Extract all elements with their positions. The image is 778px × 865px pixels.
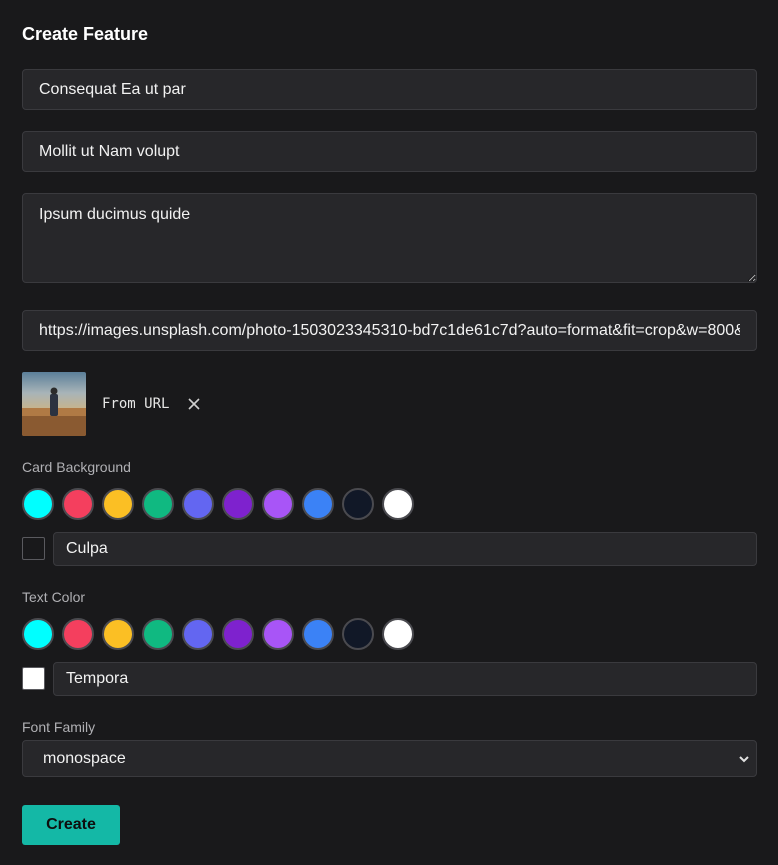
text-color-swatch-8[interactable] [302, 618, 334, 650]
card-background-swatch-10[interactable] [382, 488, 414, 520]
text-color-swatch-10[interactable] [382, 618, 414, 650]
font-family-value: monospace [43, 749, 126, 767]
close-icon[interactable] [184, 394, 204, 414]
card-background-swatch-1[interactable] [22, 488, 54, 520]
create-button[interactable]: Create [22, 805, 120, 845]
text-color-label: Text Color [22, 589, 86, 605]
image-url-input[interactable] [22, 310, 757, 351]
card-background-swatch-7[interactable] [262, 488, 294, 520]
card-background-swatch-9[interactable] [342, 488, 374, 520]
card-background-swatch-3[interactable] [102, 488, 134, 520]
font-family-select[interactable]: monospace [22, 740, 757, 777]
subtitle-input[interactable] [22, 131, 757, 172]
card-background-label: Card Background [22, 459, 131, 475]
card-background-swatch-6[interactable] [222, 488, 254, 520]
font-family-label: Font Family [22, 719, 96, 735]
text-color-swatch-3[interactable] [102, 618, 134, 650]
card-background-preview [22, 537, 45, 560]
text-color-preview [22, 667, 45, 690]
card-background-swatch-4[interactable] [142, 488, 174, 520]
text-color-swatches [22, 618, 414, 650]
card-background-swatch-8[interactable] [302, 488, 334, 520]
description-textarea[interactable]: Ipsum ducimus quide [22, 193, 757, 283]
page-title: Create Feature [22, 24, 149, 44]
chevron-down-icon [738, 752, 750, 770]
text-color-swatch-5[interactable] [182, 618, 214, 650]
card-background-swatch-5[interactable] [182, 488, 214, 520]
card-background-swatches [22, 488, 414, 520]
create-feature-form: Create Feature Ipsum ducimus quide From … [0, 0, 778, 865]
text-color-swatch-2[interactable] [62, 618, 94, 650]
text-color-swatch-6[interactable] [222, 618, 254, 650]
card-background-swatch-2[interactable] [62, 488, 94, 520]
text-color-swatch-4[interactable] [142, 618, 174, 650]
text-color-swatch-9[interactable] [342, 618, 374, 650]
text-color-swatch-1[interactable] [22, 618, 54, 650]
text-color-input[interactable] [53, 662, 757, 696]
card-background-input[interactable] [53, 532, 757, 566]
image-preview [22, 372, 86, 436]
image-source-label: From URL [102, 396, 170, 412]
title-input[interactable] [22, 69, 757, 110]
text-color-swatch-7[interactable] [262, 618, 294, 650]
